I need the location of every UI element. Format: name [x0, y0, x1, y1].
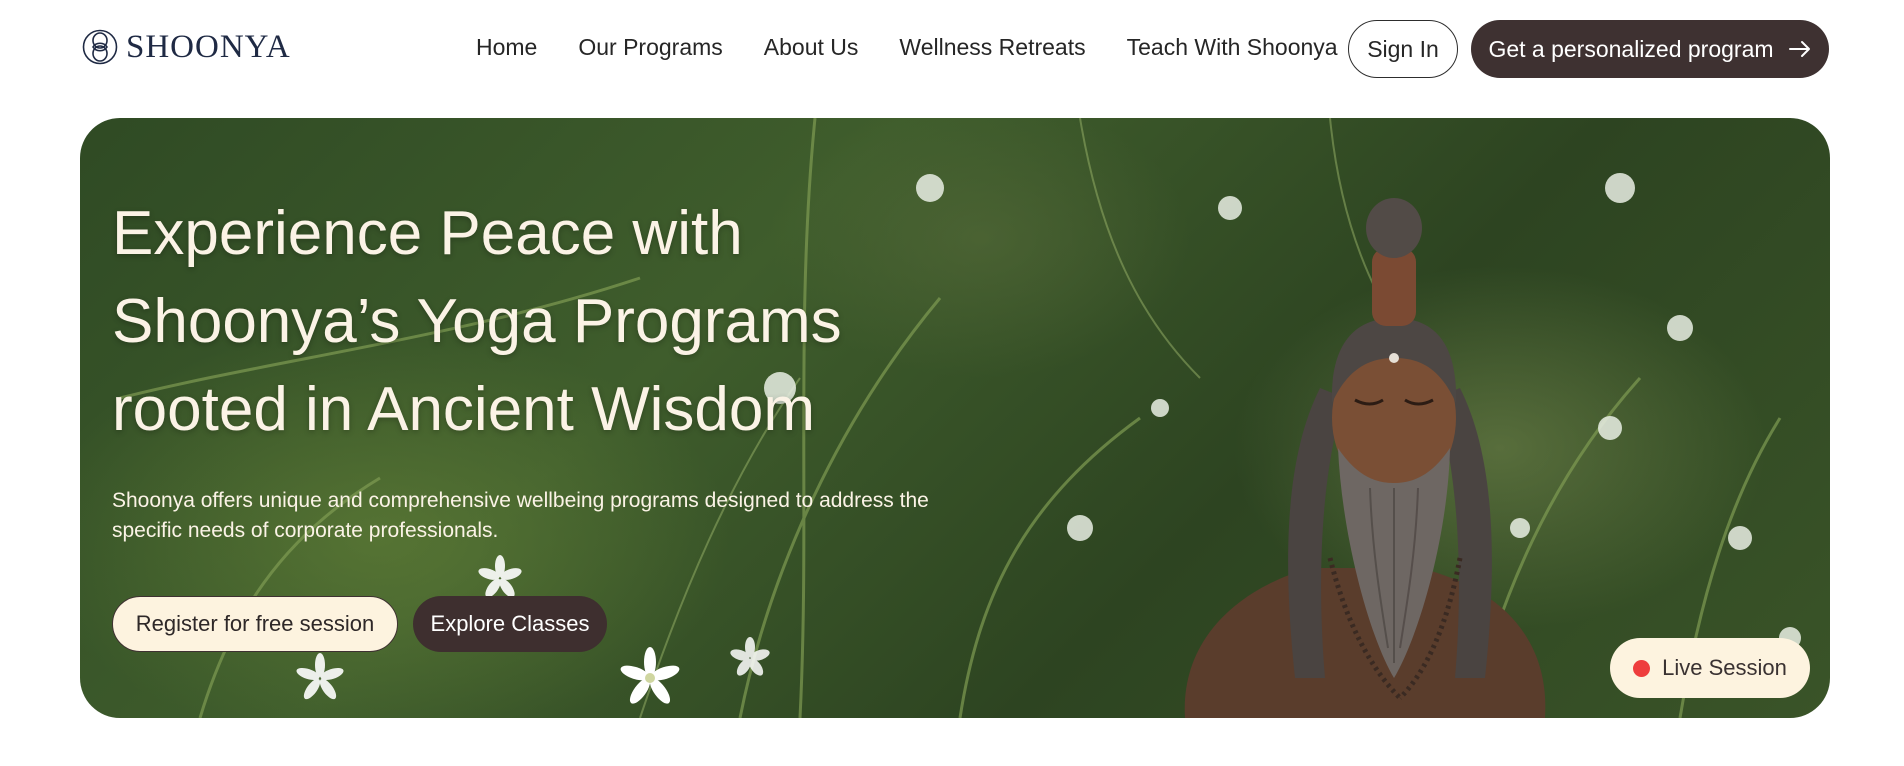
- hero-subtitle-line-2: specific needs of corporate professional…: [112, 519, 499, 542]
- hero-title-line-3: rooted in Ancient Wisdom: [112, 375, 816, 444]
- nav-item-our-programs[interactable]: Our Programs: [578, 34, 722, 61]
- register-free-session-button[interactable]: Register for free session: [112, 596, 398, 652]
- sign-in-button[interactable]: Sign In: [1348, 20, 1458, 78]
- hero-title-line-2: Shoonya’s Yoga Programs: [112, 287, 842, 356]
- brand-logo[interactable]: SHOONYA: [82, 28, 291, 66]
- live-dot-icon: [1633, 659, 1651, 677]
- lotus-knot-icon: [82, 28, 118, 66]
- hero-banner: Experience Peace with Shoonya’s Yoga Pro…: [80, 118, 1830, 718]
- yogi-statue: [1184, 198, 1546, 718]
- live-session-badge[interactable]: Live Session: [1610, 638, 1810, 698]
- hero-title-line-1: Experience Peace with: [112, 199, 743, 268]
- site-header: SHOONYA Home Our Programs About Us Welln…: [0, 0, 1904, 100]
- personalized-program-button[interactable]: Get a personalized program: [1471, 20, 1829, 78]
- hero-title: Experience Peace with Shoonya’s Yoga Pro…: [112, 190, 1012, 454]
- nav-item-home[interactable]: Home: [476, 34, 537, 61]
- nav-item-wellness-retreats[interactable]: Wellness Retreats: [899, 34, 1085, 61]
- explore-classes-button[interactable]: Explore Classes: [413, 596, 607, 652]
- live-session-label: Live Session: [1662, 655, 1787, 680]
- hero-subtitle: Shoonya offers unique and comprehensive …: [112, 486, 1012, 546]
- arrow-right-icon: [1788, 36, 1812, 62]
- personalized-program-label: Get a personalized program: [1488, 35, 1774, 62]
- brand-name: SHOONYA: [126, 28, 291, 65]
- nav-item-teach-with-shoonya[interactable]: Teach With Shoonya: [1127, 34, 1338, 61]
- nav-item-about-us[interactable]: About Us: [764, 34, 859, 61]
- main-nav: Home Our Programs About Us Wellness Retr…: [476, 34, 1338, 61]
- hero-subtitle-line-1: Shoonya offers unique and comprehensive …: [112, 489, 929, 512]
